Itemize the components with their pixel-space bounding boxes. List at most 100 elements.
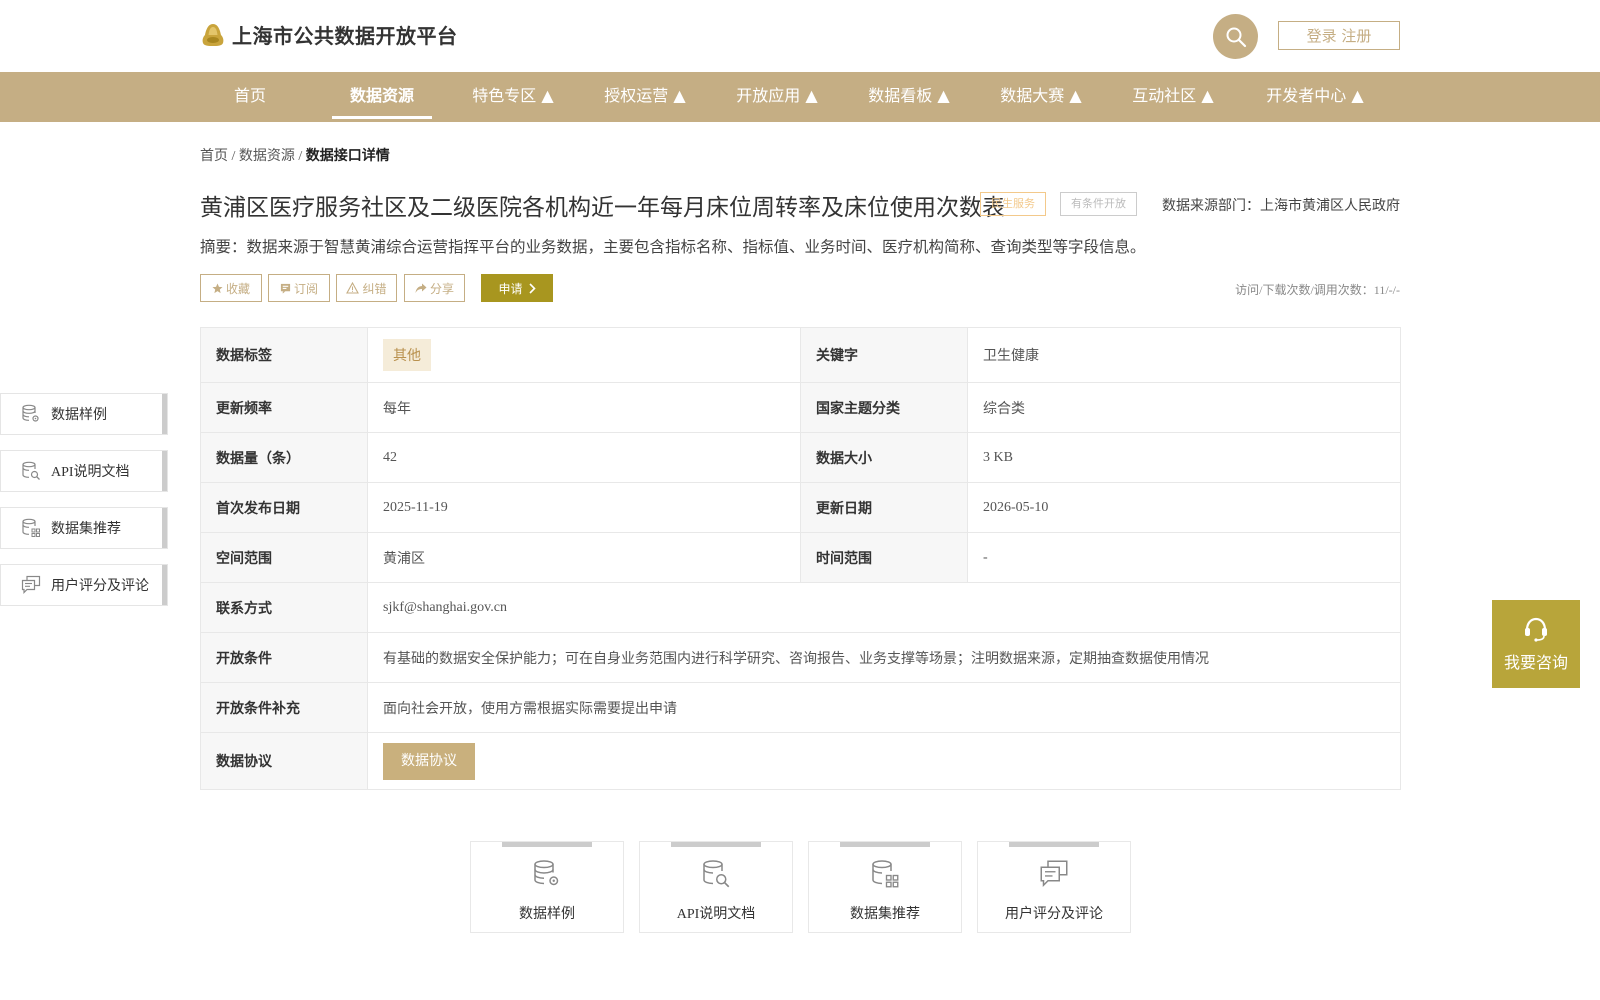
star-icon <box>212 282 223 293</box>
breadcrumb-separator: / <box>228 149 239 164</box>
protocol-label: 数据协议 <box>200 732 368 790</box>
share-icon <box>415 283 427 293</box>
theme-label: 国家主题分类 <box>800 382 968 433</box>
card-api-docs[interactable]: API说明文档 <box>639 841 793 933</box>
side-nav-indicator <box>162 508 167 548</box>
site-title: 上海市公共数据开放平台 <box>232 24 458 48</box>
card-top-bar <box>840 842 930 847</box>
card-ratings-comments[interactable]: 用户评分及评论 <box>977 841 1131 933</box>
database-grid-icon <box>870 858 900 895</box>
breadcrumb-current: 数据接口详情 <box>305 149 390 164</box>
count-value: 42 <box>367 432 801 483</box>
share-button[interactable]: 分享 <box>404 274 465 302</box>
chevron-right-icon <box>528 282 536 294</box>
nav-item-data-resources[interactable]: 数据资源 <box>345 72 419 122</box>
access-stats: 访问/下载次数/调用次数：11/-/- <box>1235 283 1400 297</box>
data-protocol-button[interactable]: 数据协议 <box>383 742 475 780</box>
keyword-label: 关键字 <box>800 327 968 383</box>
main-nav: 首页 数据资源 特色专区 ▲ 授权运营 ▲ 开放应用 ▲ 数据看板 ▲ 数据大赛… <box>0 72 1600 122</box>
search-button[interactable] <box>1213 14 1258 59</box>
login-register-button[interactable]: 登录 注册 <box>1278 21 1400 50</box>
apply-button[interactable]: 申请 <box>481 274 553 302</box>
table-row: 开放条件 有基础的数据安全保护能力；可在自身业务范围内进行科学研究、咨询报告、业… <box>200 632 1401 683</box>
database-gear-icon <box>532 858 562 895</box>
update-label: 更新日期 <box>800 482 968 533</box>
table-row: 首次发布日期 2025-11-19 更新日期 2026-05-10 <box>200 482 1401 533</box>
side-nav-indicator <box>162 565 167 605</box>
breadcrumb-home[interactable]: 首页 <box>200 149 228 164</box>
nav-item-authorized-ops[interactable]: 授权运营 ▲ <box>600 72 690 122</box>
freq-label: 更新频率 <box>200 382 368 433</box>
time-value: - <box>967 532 1401 583</box>
open-type-tag: 有条件开放 <box>1060 192 1137 216</box>
table-row: 联系方式 sjkf@shanghai.gov.cn <box>200 582 1401 633</box>
card-top-bar <box>671 842 761 847</box>
side-nav-ratings-comments[interactable]: 用户评分及评论 <box>0 564 168 606</box>
breadcrumb-data-resources[interactable]: 数据资源 <box>239 149 295 164</box>
card-top-bar <box>1009 842 1099 847</box>
subscribe-icon <box>280 283 291 294</box>
consult-label: 我要咨询 <box>1503 653 1568 672</box>
breadcrumb: 首页 / 数据资源 / 数据接口详情 <box>200 145 390 165</box>
side-nav-label: 用户评分及评论 <box>51 579 149 594</box>
side-nav-data-sample[interactable]: 数据样例 <box>0 393 168 435</box>
share-label: 分享 <box>429 281 454 296</box>
side-nav-indicator <box>162 394 167 434</box>
tags-label: 数据标签 <box>200 327 368 383</box>
update-value: 2026-05-10 <box>967 482 1401 533</box>
database-grid-icon <box>21 518 41 538</box>
apply-label: 申请 <box>498 281 523 296</box>
contact-label: 联系方式 <box>200 582 368 633</box>
comment-icon <box>1039 858 1069 895</box>
table-row: 数据标签 其他 关键字 卫生健康 <box>200 327 1401 383</box>
nav-item-home[interactable]: 首页 <box>230 72 270 122</box>
contact-value: sjkf@shanghai.gov.cn <box>367 582 1401 633</box>
database-search-icon <box>21 461 41 481</box>
warning-icon <box>346 282 360 294</box>
logo-icon <box>202 23 224 46</box>
page-title: 黄浦区医疗服务社区及二级医院各机构近一年每月床位周转率及床位使用次数表 <box>200 195 1005 220</box>
table-row: 更新频率 每年 国家主题分类 综合类 <box>200 382 1401 433</box>
protocol-cell: 数据协议 <box>367 732 1401 790</box>
subscribe-button[interactable]: 订阅 <box>268 274 330 302</box>
count-label: 数据量（条） <box>200 432 368 483</box>
table-row: 空间范围 黄浦区 时间范围 - <box>200 532 1401 583</box>
nav-item-data-contest[interactable]: 数据大赛 ▲ <box>996 72 1086 122</box>
database-gear-icon <box>21 404 41 424</box>
subscribe-label: 订阅 <box>293 281 318 296</box>
side-nav-api-docs[interactable]: API说明文档 <box>0 450 168 492</box>
dataset-info-table: 数据标签 其他 关键字 卫生健康 更新频率 每年 国家主题分类 综合类 数据量（… <box>200 327 1401 790</box>
site-logo[interactable]: 上海市公共数据开放平台 <box>200 20 458 49</box>
size-label: 数据大小 <box>800 432 968 483</box>
search-icon <box>1226 27 1246 47</box>
report-error-button[interactable]: 纠错 <box>336 274 397 302</box>
table-row: 开放条件补充 面向社会开放，使用方需根据实际需要提出申请 <box>200 682 1401 733</box>
card-label: API说明文档 <box>676 907 756 922</box>
size-value: 3 KB <box>967 432 1401 483</box>
table-row: 数据协议 数据协议 <box>200 732 1401 790</box>
nav-item-community[interactable]: 互动社区 ▲ <box>1128 72 1218 122</box>
card-top-bar <box>502 842 592 847</box>
nav-item-data-dashboard[interactable]: 数据看板 ▲ <box>864 72 954 122</box>
nav-item-special-zones[interactable]: 特色专区 ▲ <box>468 72 558 122</box>
breadcrumb-separator: / <box>294 149 306 164</box>
card-data-sample[interactable]: 数据样例 <box>470 841 624 933</box>
space-value: 黄浦区 <box>367 532 801 583</box>
nav-active-indicator <box>332 116 432 119</box>
consult-button[interactable]: 我要咨询 <box>1492 600 1580 688</box>
condition-extra-value: 面向社会开放，使用方需根据实际需要提出申请 <box>367 682 1401 733</box>
card-dataset-recommend[interactable]: 数据集推荐 <box>808 841 962 933</box>
card-label: 数据样例 <box>519 907 575 922</box>
card-label: 用户评分及评论 <box>1005 907 1103 922</box>
condition-value: 有基础的数据安全保护能力；可在自身业务范围内进行科学研究、咨询报告、业务支撑等场… <box>367 632 1401 683</box>
footer-partial <box>550 996 1050 1000</box>
database-search-icon <box>701 858 731 895</box>
side-nav-dataset-recommend[interactable]: 数据集推荐 <box>0 507 168 549</box>
space-label: 空间范围 <box>200 532 368 583</box>
nav-item-open-apps[interactable]: 开放应用 ▲ <box>732 72 822 122</box>
theme-value: 综合类 <box>967 382 1401 433</box>
nav-item-developer[interactable]: 开发者中心 ▲ <box>1260 72 1370 122</box>
condition-extra-label: 开放条件补充 <box>200 682 368 733</box>
data-tag-chip[interactable]: 其他 <box>383 339 431 371</box>
favorite-button[interactable]: 收藏 <box>200 274 262 302</box>
